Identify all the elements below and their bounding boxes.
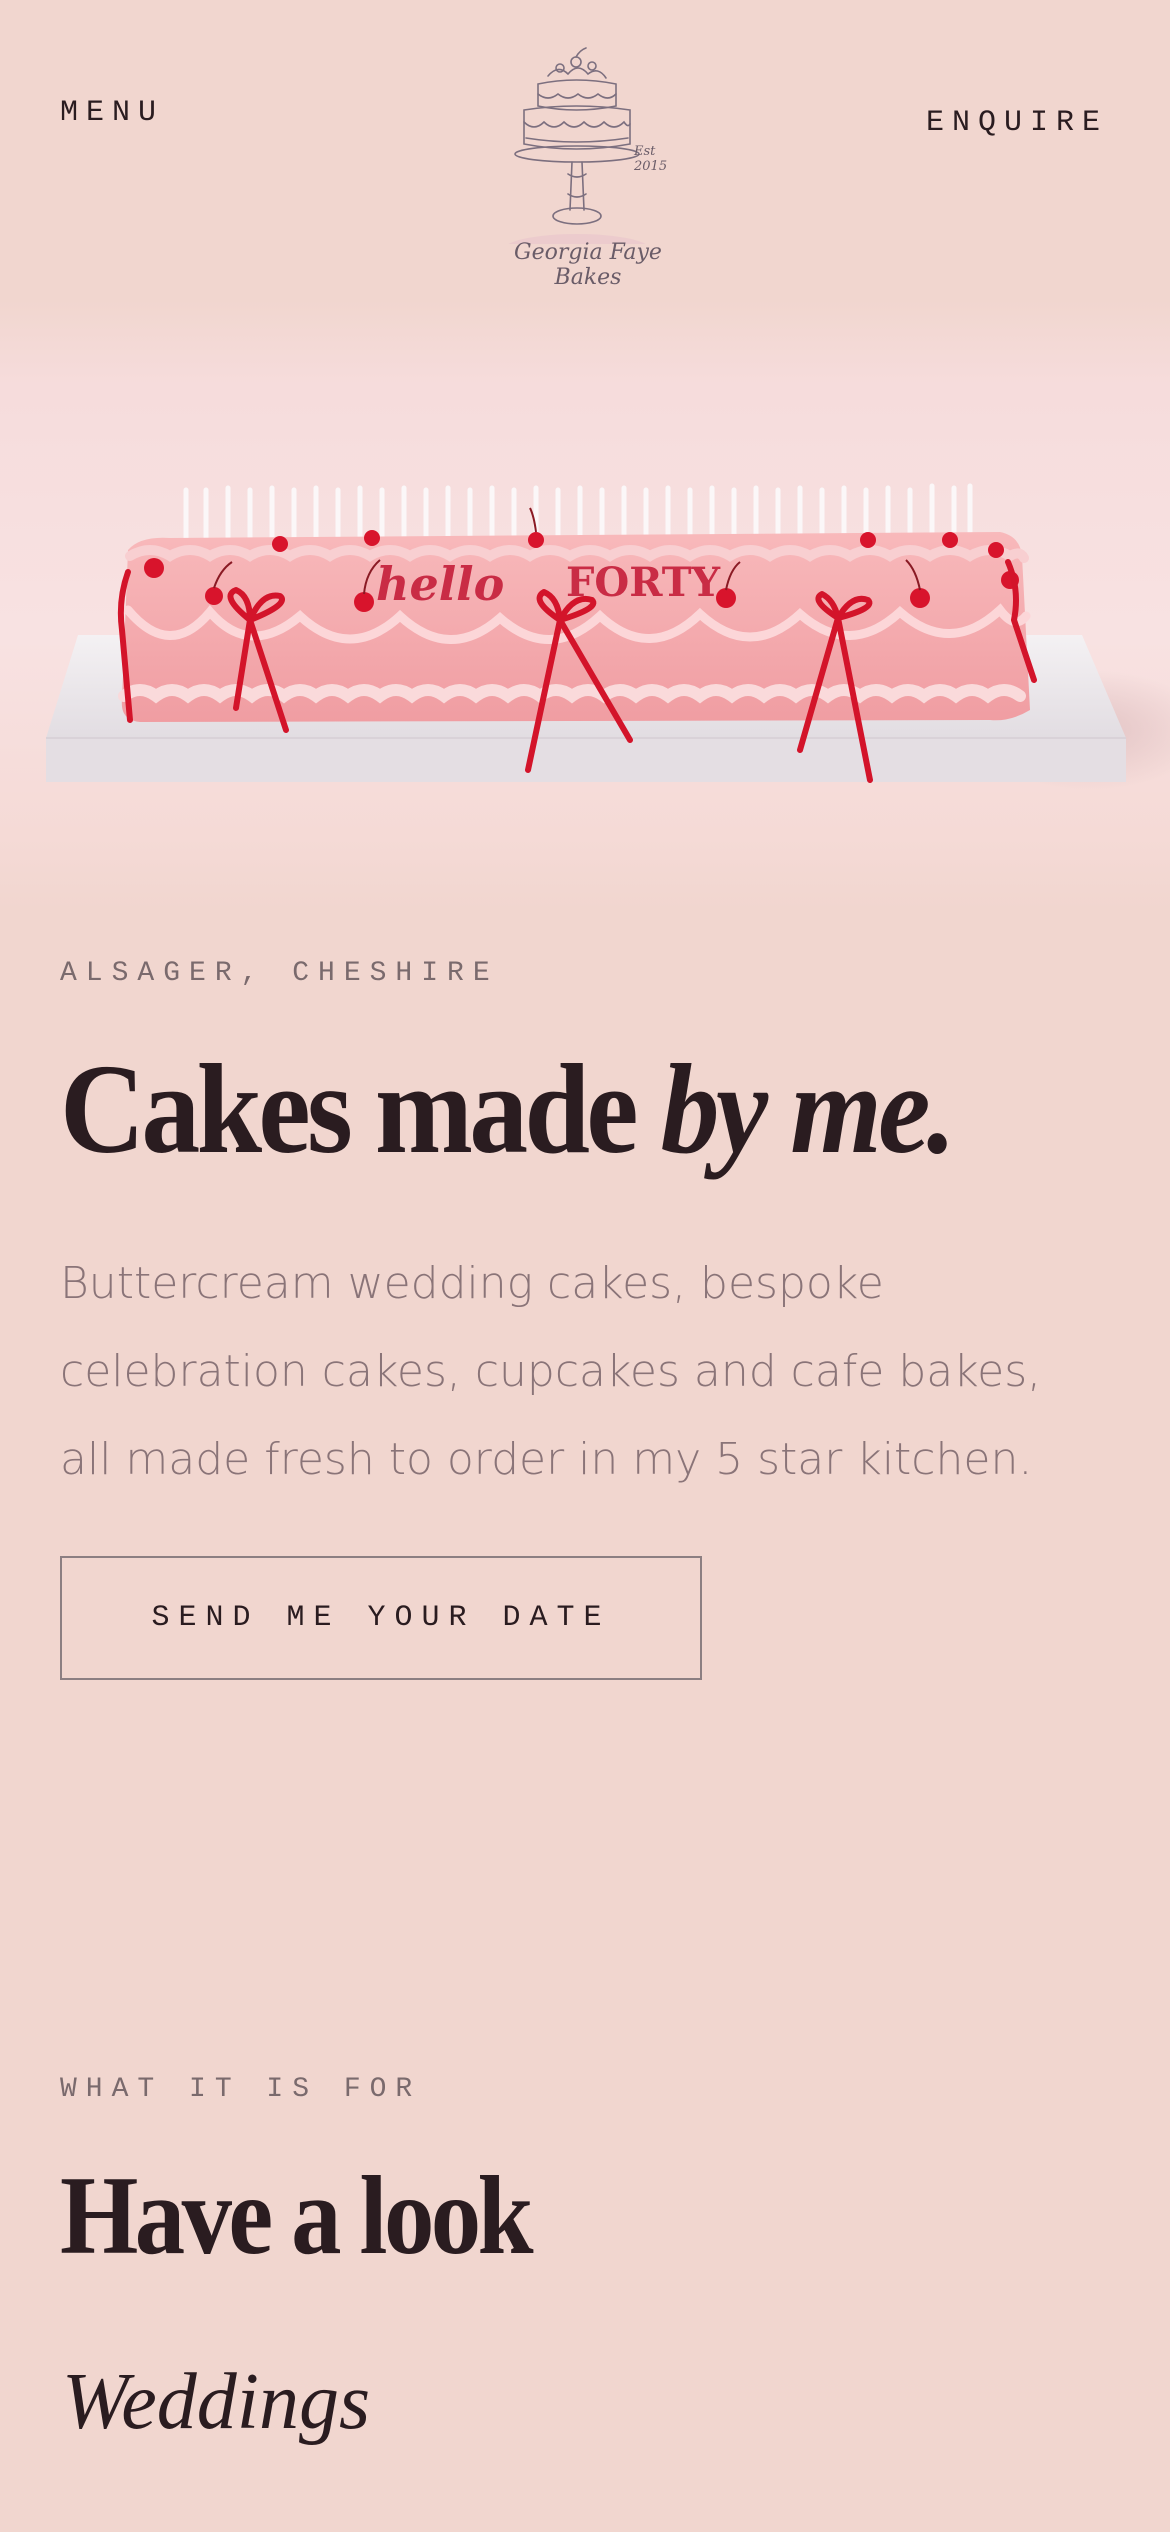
section-title: Have a look xyxy=(60,2154,534,2278)
menu-button[interactable]: MENU xyxy=(60,96,164,130)
headline-plain: Cakes made xyxy=(60,1038,661,1180)
site-logo[interactable]: Est 2015 Georgia Faye Bakes xyxy=(488,44,688,304)
page-headline: Cakes made by me. xyxy=(60,1045,956,1173)
category-weddings-link[interactable]: Weddings xyxy=(62,2362,370,2442)
headline-italic: by me. xyxy=(660,1038,956,1180)
logo-established-text: Est 2015 xyxy=(634,144,668,174)
send-date-button[interactable]: SEND ME YOUR DATE xyxy=(60,1556,702,1680)
cake-text-hello: hello xyxy=(376,557,504,611)
intro-paragraph: Buttercream wedding cakes, bespoke celeb… xyxy=(60,1258,1042,1485)
section-eyebrow: WHAT IT IS FOR xyxy=(60,2074,422,2105)
logo-wordmark: Georgia Faye Bakes xyxy=(514,240,662,290)
enquire-button[interactable]: ENQUIRE xyxy=(926,106,1108,140)
hero-cake-image: hello FORTY xyxy=(0,300,1170,910)
location-eyebrow: ALSAGER, CHESHIRE xyxy=(60,958,499,989)
hero-cake-illustration: hello FORTY xyxy=(46,483,1170,790)
site-header: MENU Est 2015 Georgia Faye Bakes ENQUIRE xyxy=(0,0,1170,300)
